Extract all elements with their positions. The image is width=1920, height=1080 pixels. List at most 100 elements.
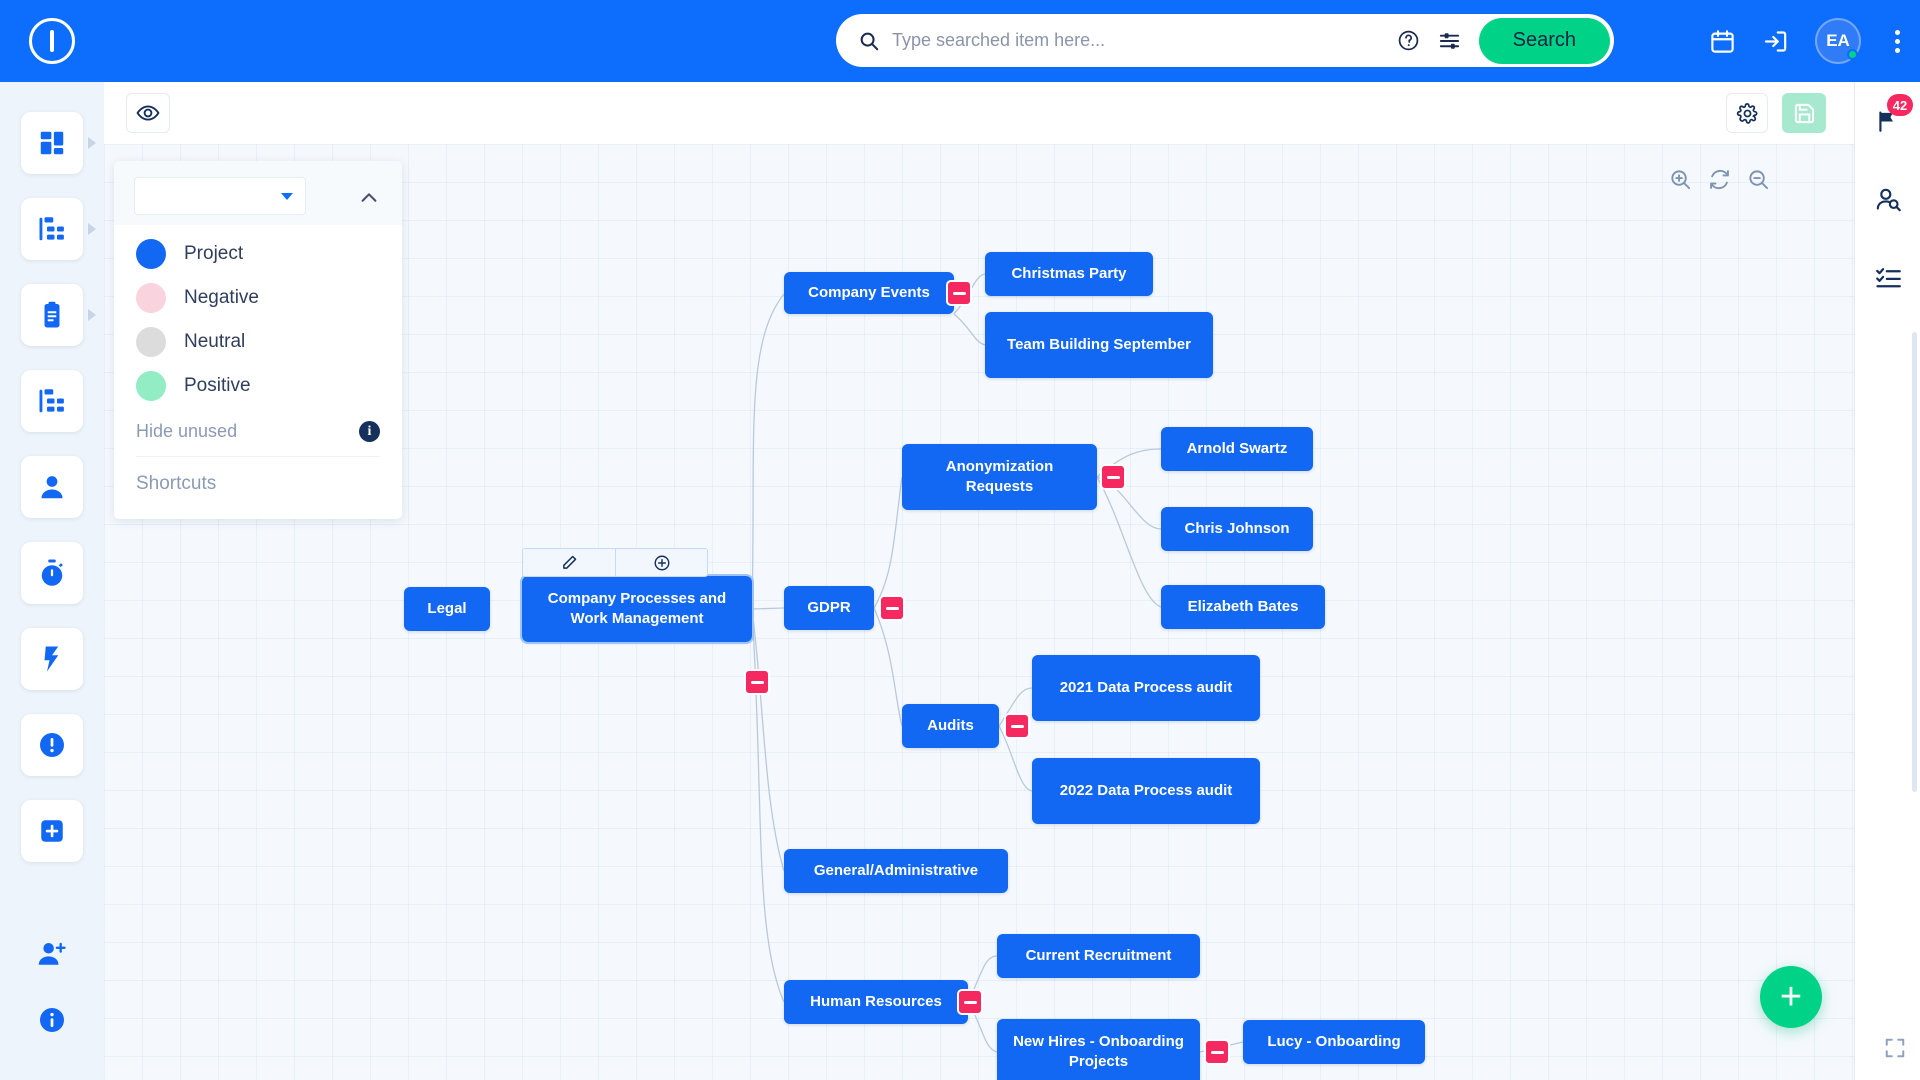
node-collapse-badge-audits[interactable] [1004,713,1030,739]
app-logo-icon[interactable] [29,18,75,64]
zoom-out-icon[interactable] [1747,168,1770,191]
plus-square-icon [41,820,63,842]
preview-button[interactable] [126,93,170,133]
sidebar-item-invite-user[interactable] [21,926,83,982]
calendar-icon[interactable] [1709,28,1736,55]
legend-color-dot [136,327,166,357]
sidebar-item-add-new[interactable] [21,800,83,862]
legend-item[interactable]: Negative [136,283,380,313]
node-add-button[interactable] [615,549,707,576]
node-label: 2022 Data Process audit [1059,781,1233,799]
clipboard-icon [44,301,60,328]
zoom-in-icon[interactable] [1669,168,1692,191]
eye-icon [136,105,160,121]
info-icon[interactable]: i [359,421,380,442]
person-search-icon [1876,188,1901,211]
zoom-refresh-icon[interactable] [1708,168,1731,191]
node-label: Anonymization Requests [945,457,1054,495]
kebab-menu-icon[interactable] [1887,29,1908,53]
tree-structure-icon [39,389,64,413]
mindmap-node-new-hires[interactable]: New Hires - Onboarding Projects [997,1019,1200,1080]
node-label: Current Recruitment [1025,946,1172,964]
gear-icon [1736,102,1757,124]
node-collapse-badge-root[interactable] [744,669,770,695]
sidebar-item-contacts[interactable] [21,456,83,518]
shortcuts-link[interactable]: Shortcuts [136,457,380,509]
app-root: Search EA [0,0,1920,1080]
right-scrollbar[interactable] [1912,332,1917,792]
right-item-notifications[interactable]: 42 [1855,82,1920,160]
node-label: Company Events [808,283,930,301]
sidebar-item-tasks[interactable] [21,284,96,346]
logout-icon[interactable] [1762,28,1789,55]
right-item-user-search[interactable] [1855,160,1920,238]
mindmap-node-legal[interactable]: Legal [404,587,490,631]
mindmap-node-2021-audit[interactable]: 2021 Data Process audit [1032,655,1260,721]
search-button[interactable]: Search [1478,17,1610,64]
mindmap-node-audits[interactable]: Audits [902,704,999,748]
node-label: Chris Johnson [1184,519,1290,537]
node-collapse-badge-new-hires[interactable] [1204,1039,1230,1065]
node-collapse-badge-hr[interactable] [957,989,983,1015]
mindmap-node-arnold-swartz[interactable]: Arnold Swartz [1161,427,1313,471]
mindmap-node-chris-johnson[interactable]: Chris Johnson [1161,507,1313,551]
sidebar-item-processes[interactable] [21,370,83,432]
legend-item[interactable]: Neutral [136,327,380,357]
fab-plus-icon: + [1779,975,1803,1018]
mindmap-node-company-events[interactable]: Company Events [784,272,954,314]
legend-item-label: Neutral [184,331,246,352]
settings-button[interactable] [1726,93,1768,133]
node-edit-button[interactable] [523,549,615,576]
mindmap-node-2022-audit[interactable]: 2022 Data Process audit [1032,758,1260,824]
sidebar-item-alerts[interactable] [21,714,83,776]
search-input[interactable] [892,30,1397,51]
mindmap-node-team-building[interactable]: Team Building September [985,312,1213,378]
sidebar-item-dashboard[interactable] [21,112,96,174]
legend-item[interactable]: Positive [136,371,380,401]
legend-filter-select[interactable] [134,177,306,215]
hide-unused-row: Hide unused i [136,415,380,457]
dashboard-grid-icon [40,131,64,155]
sidebar-item-about[interactable] [21,992,83,1048]
help-circle-icon[interactable] [1397,29,1420,52]
legend-panel: Project Negative Neutral Positive Hide u… [114,161,402,519]
tree-structure-icon [39,217,64,241]
checklist-icon [1875,267,1901,287]
mindmap-node-human-resources[interactable]: Human Resources [784,980,968,1024]
legend-header [114,161,402,225]
mindmap-node-current-recruitment[interactable]: Current Recruitment [997,934,1200,978]
zoom-controls [1669,168,1770,191]
avatar-initials: EA [1826,31,1850,50]
node-toolbar [522,548,708,577]
mindmap-node-elizabeth-bates[interactable]: Elizabeth Bates [1161,585,1325,629]
add-node-fab[interactable]: + [1760,966,1822,1028]
legend-item[interactable]: Project [136,239,380,269]
node-collapse-badge-company-events[interactable] [946,280,972,306]
fullscreen-icon[interactable] [1884,1037,1906,1064]
node-collapse-badge-anonymization[interactable] [1100,464,1126,490]
node-label: Company Processes and Work Management [547,589,727,627]
mindmap-node-general-administrative[interactable]: General/Administrative [784,849,1008,893]
save-button[interactable] [1782,93,1826,133]
mindmap-node-gdpr[interactable]: GDPR [784,586,874,630]
right-item-checklist[interactable] [1855,238,1920,316]
search-bar[interactable]: Search [836,14,1614,67]
sidebar-item-automations[interactable] [21,628,83,690]
mindmap-node-root[interactable]: Company Processes and Work Management [520,574,754,644]
sidebar-item-time-tracking[interactable] [21,542,83,604]
chevron-right-icon [88,309,96,321]
avatar[interactable]: EA [1815,18,1861,64]
mindmap-canvas[interactable]: Project Negative Neutral Positive Hide u… [104,144,1854,1080]
avatar-status-dot [1847,49,1858,60]
hide-unused-toggle[interactable]: Hide unused [136,421,237,442]
node-collapse-badge-gdpr[interactable] [879,595,905,621]
node-label: Human Resources [810,992,942,1010]
sliders-icon[interactable] [1438,29,1461,52]
mindmap-node-christmas-party[interactable]: Christmas Party [985,252,1153,296]
legend-item-label: Positive [184,375,251,396]
mindmap-node-lucy-onboarding[interactable]: Lucy - Onboarding [1243,1020,1425,1064]
mindmap-node-anonymization-requests[interactable]: Anonymization Requests [902,444,1097,510]
logo-wrap[interactable] [0,18,104,64]
legend-collapse-button[interactable] [358,187,380,214]
sidebar-item-projects-tree[interactable] [21,198,96,260]
